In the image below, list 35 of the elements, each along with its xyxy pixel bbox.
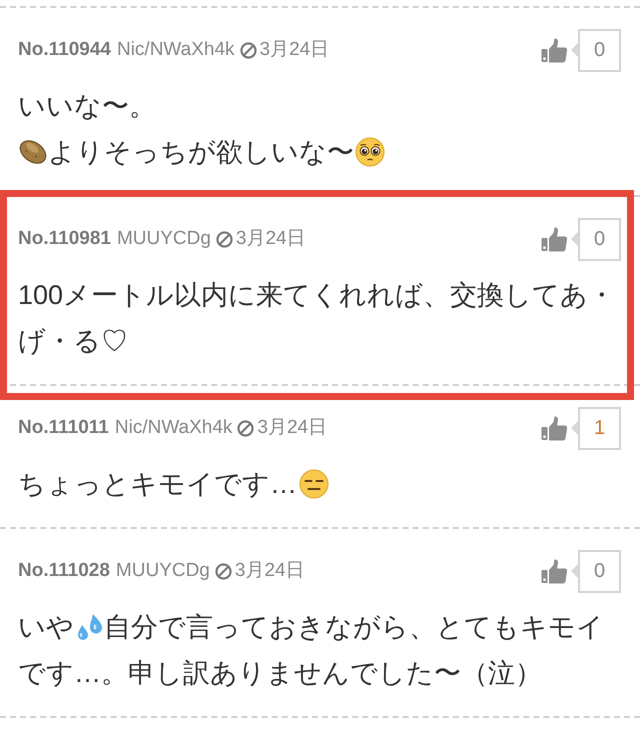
author-id: Nic/NWaXh4k	[114, 416, 232, 440]
potato-icon	[18, 137, 48, 167]
thumbs-up-icon[interactable]	[541, 36, 568, 64]
comment-text: です…。申し訳ありませんでした〜（泣）	[18, 656, 542, 690]
comment-text: よりそっちが欲しいな〜	[48, 136, 354, 169]
like-count: 1	[571, 406, 621, 450]
comment-text: げ・る♡	[18, 324, 128, 358]
expressionless-face-icon	[299, 469, 329, 499]
post-number: No.110981	[18, 226, 111, 251]
thumbs-up-icon[interactable]	[541, 226, 568, 252]
post-date: 3月24日	[236, 226, 306, 251]
ban-icon	[237, 420, 254, 436]
pleading-face-icon	[355, 137, 385, 167]
ban-icon	[214, 562, 232, 580]
post-number: No.111011	[18, 416, 109, 440]
like-count: 0	[571, 28, 621, 72]
post-date: 3月24日	[257, 416, 328, 440]
comment-text: いや	[18, 610, 74, 644]
ban-icon	[240, 42, 257, 58]
author-id: MUUYCDg	[116, 226, 211, 251]
author-id: MUUYCDg	[116, 558, 210, 583]
thumbs-up-icon[interactable]	[541, 558, 568, 584]
post-number: No.111028	[18, 558, 110, 583]
comment-text: ちょっとキモイです…	[18, 468, 297, 501]
post-date: 3月24日	[234, 558, 305, 583]
author-id: Nic/NWaXh4k	[116, 38, 235, 62]
thumbs-up-icon[interactable]	[541, 414, 568, 442]
post-date: 3月24日	[260, 38, 330, 62]
like-count: 0	[571, 218, 621, 260]
ban-icon	[216, 230, 233, 248]
comment-text: 100メートル以内に来てくれれば、交換してあ・	[18, 278, 616, 312]
like-count: 0	[571, 550, 621, 592]
comment-text: いいな〜。	[18, 90, 156, 123]
post-number: No.110944	[18, 38, 111, 62]
comment-text: 自分で言っておきながら、とてもキモイ	[104, 610, 604, 644]
